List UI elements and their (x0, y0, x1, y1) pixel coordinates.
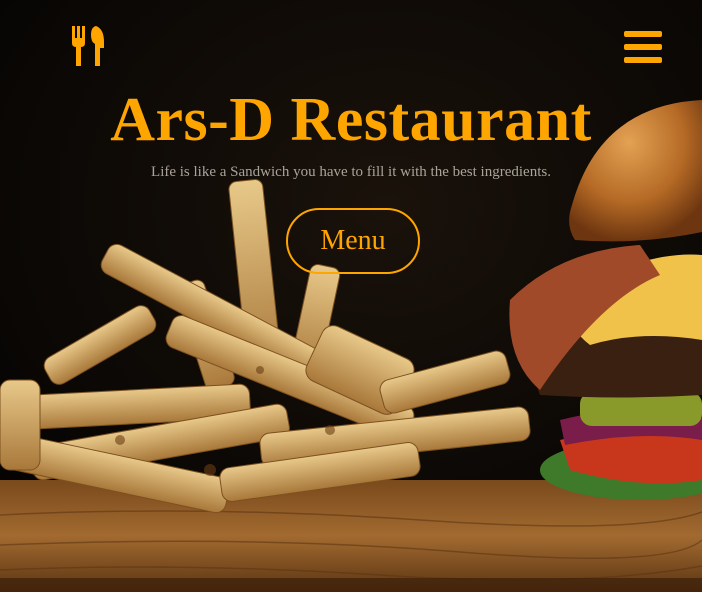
tagline: Life is like a Sandwich you have to fill… (151, 164, 551, 180)
fork-knife-icon[interactable] (70, 26, 106, 68)
hamburger-menu-icon[interactable] (624, 30, 662, 64)
page-title: Ars-D Restaurant (110, 86, 592, 154)
hero-section: Ars-D Restaurant Life is like a Sandwich… (0, 0, 702, 592)
menu-button[interactable]: Menu (286, 208, 420, 274)
